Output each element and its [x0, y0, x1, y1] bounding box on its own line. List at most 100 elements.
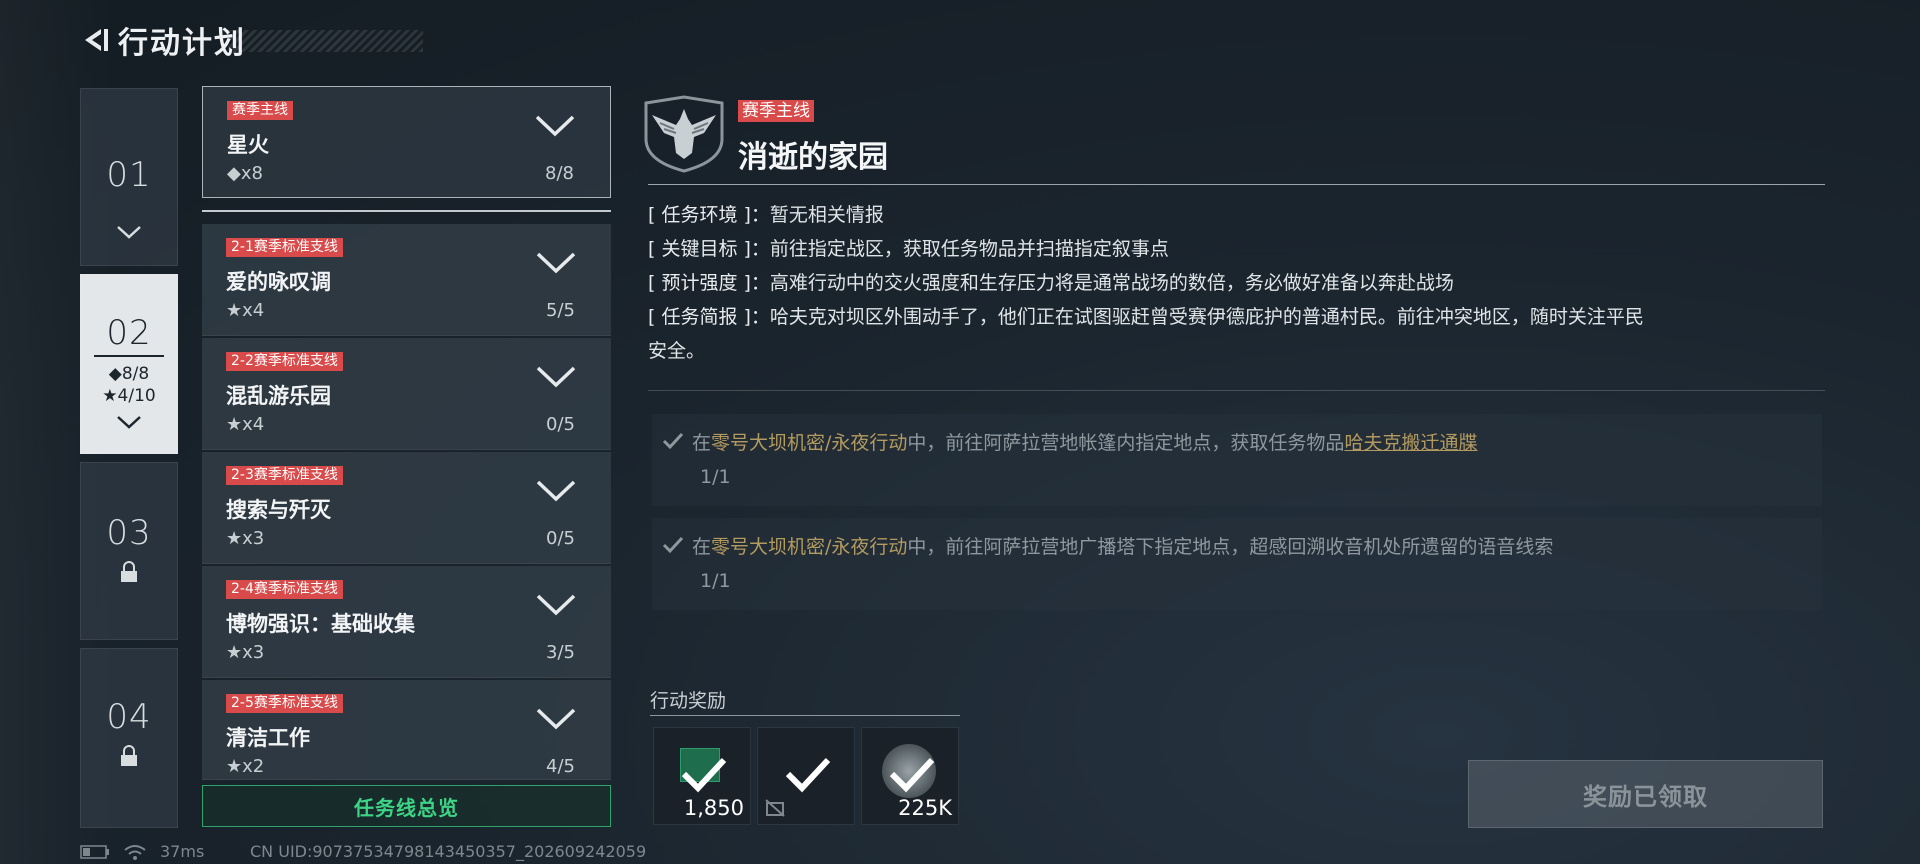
header: 行动计划 [78, 18, 246, 62]
chapter-number: 01 [106, 155, 152, 195]
mission-name: 星火 [227, 133, 269, 157]
rewards-label: 行动奖励 [650, 690, 727, 712]
mission-overview-button[interactable]: 任务线总览 [202, 785, 611, 827]
mission-progress: 4/5 [546, 756, 575, 777]
chevron-down-icon[interactable] [535, 706, 577, 732]
objective-item-link[interactable]: 哈夫克搬迁通牒 [1344, 432, 1477, 454]
chevron-down-icon[interactable] [535, 592, 577, 618]
mission-progress: 8/8 [545, 163, 574, 184]
reward-item[interactable] [757, 727, 855, 825]
mission-reward: ★x2 [226, 756, 265, 777]
mission-progress: 3/5 [546, 642, 575, 663]
reward-item[interactable]: 1,850 [653, 727, 751, 825]
detail-title: 消逝的家园 [738, 140, 888, 175]
title-decoration [228, 30, 423, 52]
intensity-value: 高难行动中的交火强度和生存压力将是通常战场的数倍，务必做好准备以奔赴战场 [769, 272, 1454, 294]
objective-item: 在零号大坝机密/永夜行动中，前往阿萨拉营地广播塔下指定地点，超感回溯收音机处所遗… [652, 518, 1822, 610]
mission-card[interactable]: 2-4赛季标准支线 博物强识：基础收集 ★x3 3/5 [202, 566, 611, 678]
mission-name: 清洁工作 [226, 726, 310, 750]
chevron-down-icon[interactable] [535, 250, 577, 276]
check-icon [681, 757, 727, 793]
reward-amount: 1,850 [683, 796, 744, 820]
chapter-number: 04 [106, 697, 152, 737]
mission-card[interactable]: 2-5赛季标准支线 清洁工作 ★x2 4/5 [202, 680, 611, 780]
lock-icon [121, 561, 137, 582]
goal-label: [ 关键目标 ]： [648, 238, 770, 260]
intensity-label: [ 预计强度 ]： [648, 272, 770, 294]
mission-reward: ★x3 [226, 642, 265, 663]
check-icon [662, 432, 684, 450]
mission-tag: 赛季主线 [227, 101, 293, 120]
mission-name: 混乱游乐园 [226, 384, 331, 408]
mission-tag: 2-5赛季标准支线 [226, 694, 343, 713]
objective-map: 零号大坝机密/永夜行动 [711, 432, 908, 454]
chevron-down-icon[interactable] [534, 113, 576, 139]
chevron-down-icon[interactable] [535, 478, 577, 504]
chapter-divider [94, 355, 164, 357]
chapter-02[interactable]: 02 ◆8/8 ★4/10 [80, 274, 178, 454]
mission-reward: ★x3 [226, 528, 265, 549]
env-label: [ 任务环境 ]： [648, 204, 770, 226]
goal-value: 前往指定战区，获取任务物品并扫描指定叙事点 [769, 238, 1169, 260]
rewards-divider [650, 715, 960, 716]
back-arrow-icon [85, 29, 108, 51]
objective-text: 在零号大坝机密/永夜行动中，前往阿萨拉营地广播塔下指定地点，超感回溯收音机处所遗… [692, 536, 1554, 558]
no-trade-icon [765, 799, 785, 817]
claim-reward-button[interactable]: 奖励已领取 [1468, 760, 1823, 828]
chevron-down-icon [117, 226, 141, 239]
mission-name: 搜索与歼灭 [226, 498, 331, 522]
mission-name: 爱的咏叹调 [226, 270, 331, 294]
mission-card[interactable]: 2-2赛季标准支线 混乱游乐园 ★x4 0/5 [202, 338, 611, 450]
eagle-emblem-icon [644, 95, 724, 173]
objective-item: 在零号大坝机密/永夜行动中，前往阿萨拉营地帐篷内指定地点，获取任务物品哈夫克搬迁… [652, 414, 1822, 506]
mission-card[interactable]: 2-3赛季标准支线 搜索与歼灭 ★x3 0/5 [202, 452, 611, 564]
check-icon [662, 536, 684, 554]
objective-count: 1/1 [700, 570, 731, 592]
chapter-diamond-progress: ◆8/8 [108, 364, 150, 384]
objective-map: 零号大坝机密/永夜行动 [711, 536, 908, 558]
chevron-down-icon [117, 416, 141, 429]
mission-tag: 2-3赛季标准支线 [226, 466, 343, 485]
objective-count: 1/1 [700, 466, 731, 488]
mission-tag: 2-1赛季标准支线 [226, 238, 343, 257]
detail-divider-2 [648, 390, 1825, 391]
mission-card[interactable]: 2-1赛季标准支线 爱的咏叹调 ★x4 5/5 [202, 224, 611, 336]
mission-reward: ◆x8 [227, 163, 263, 184]
env-value: 暂无相关情报 [769, 204, 884, 226]
detail-divider [648, 184, 1825, 185]
chapter-01[interactable]: 01 [80, 88, 178, 266]
mission-tag: 2-2赛季标准支线 [226, 352, 343, 371]
mission-name: 博物强识：基础收集 [226, 612, 415, 636]
back-button[interactable] [78, 23, 112, 57]
brief-label: [ 任务简报 ]： [648, 306, 770, 328]
mission-progress: 0/5 [546, 528, 575, 549]
check-icon [785, 757, 831, 793]
ping-value: 37ms [160, 842, 205, 861]
lock-icon [121, 745, 137, 766]
mission-reward: ★x4 [226, 414, 265, 435]
chapter-star-progress: ★4/10 [102, 386, 156, 406]
chevron-down-icon[interactable] [535, 364, 577, 390]
mission-tag: 2-4赛季标准支线 [226, 580, 343, 599]
wifi-icon [124, 844, 146, 860]
reward-item[interactable]: 225K [861, 727, 959, 825]
check-icon [889, 757, 935, 793]
brief-value-cont: 安全。 [648, 340, 706, 362]
chapter-number: 03 [106, 513, 152, 553]
objective-text: 在零号大坝机密/永夜行动中，前往阿萨拉营地帐篷内指定地点，获取任务物品哈夫克搬迁… [692, 432, 1478, 454]
battery-icon [80, 844, 109, 859]
user-uid: CN UID:9073753479814345035​7_20260924205… [250, 842, 647, 861]
mission-card-main[interactable]: 赛季主线 星火 ◆x8 8/8 [202, 86, 611, 198]
chapter-number: 02 [106, 313, 152, 353]
reward-amount: 225K [898, 796, 952, 820]
mission-progress: 5/5 [546, 300, 575, 321]
detail-tag: 赛季主线 [738, 100, 814, 122]
brief-value: 哈夫克对坝区外围动手了，他们正在试图驱赶曾受赛伊德庇护的普通村民。前往冲突地区，… [769, 306, 1644, 328]
page-title: 行动计划 [118, 26, 246, 61]
chapter-04[interactable]: 04 [80, 648, 178, 828]
mission-separator [202, 210, 611, 212]
status-bar: 37ms [80, 842, 204, 861]
mission-reward: ★x4 [226, 300, 265, 321]
chapter-03[interactable]: 03 [80, 462, 178, 640]
mission-progress: 0/5 [546, 414, 575, 435]
